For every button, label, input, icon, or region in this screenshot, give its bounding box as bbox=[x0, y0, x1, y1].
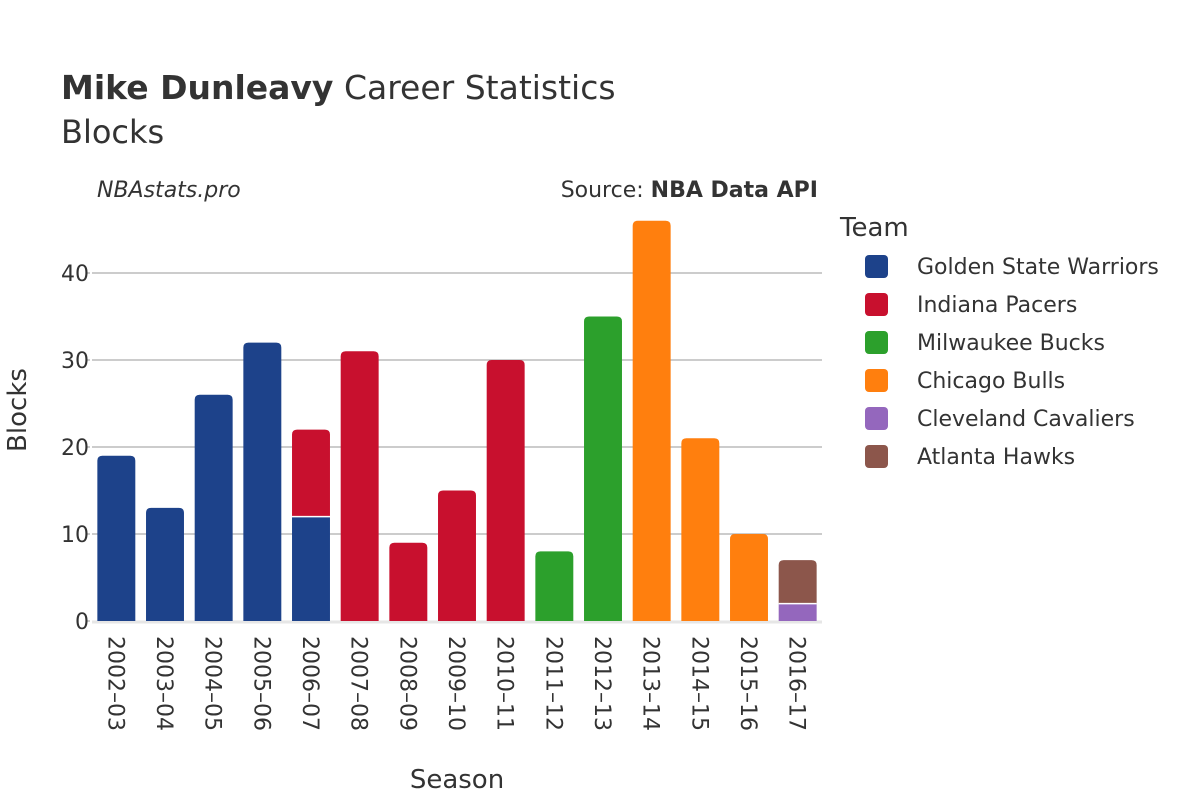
y-axis-ticks: 0 10 20 30 40 bbox=[61, 262, 90, 635]
bar-golden-state-warriors-2005–06[interactable] bbox=[243, 342, 282, 621]
legend-swatch[interactable] bbox=[865, 369, 888, 392]
y-axis-title: Blocks bbox=[3, 368, 33, 452]
x-tick-label: 2010–11 bbox=[492, 636, 517, 731]
bar-atlanta-hawks-2016–17[interactable] bbox=[778, 560, 817, 604]
bar-chicago-bulls-2013–14[interactable] bbox=[632, 220, 671, 622]
bar-golden-state-warriors-2004–05[interactable] bbox=[194, 394, 233, 621]
legend-label[interactable]: Chicago Bulls bbox=[917, 369, 1065, 394]
x-axis-title: Season bbox=[410, 765, 504, 795]
bar-milwaukee-bucks-2012–13[interactable] bbox=[584, 316, 622, 622]
x-tick-label: 2006–07 bbox=[297, 636, 322, 731]
y-tick-label: 10 bbox=[61, 523, 89, 548]
y-tick-label: 40 bbox=[61, 262, 89, 287]
x-tick-label: 2011–12 bbox=[540, 636, 565, 731]
x-tick-label: 2016–17 bbox=[784, 636, 809, 731]
x-tick-label: 2012–13 bbox=[589, 636, 614, 731]
x-tick-label: 2008–09 bbox=[394, 636, 419, 731]
legend-swatch[interactable] bbox=[865, 331, 888, 354]
x-tick-label: 2015–16 bbox=[735, 636, 760, 731]
x-tick-label: 2014–15 bbox=[686, 636, 711, 731]
bar-golden-state-warriors-2003–04[interactable] bbox=[146, 507, 184, 621]
bar-indiana-pacers-2009–10[interactable] bbox=[438, 490, 476, 622]
bar-indiana-pacers-2008–09[interactable] bbox=[389, 542, 428, 621]
legend-label[interactable]: Milwaukee Bucks bbox=[917, 331, 1105, 356]
legend-label[interactable]: Golden State Warriors bbox=[917, 255, 1159, 280]
legend: Team Golden State Warriors Indiana Pacers… bbox=[839, 213, 1159, 470]
bar-golden-state-warriors-2002–03[interactable] bbox=[97, 455, 136, 621]
bar-indiana-pacers-2007–08[interactable] bbox=[340, 351, 379, 621]
legend-label[interactable]: Cleveland Cavaliers bbox=[917, 407, 1135, 432]
legend-swatch[interactable] bbox=[865, 407, 888, 430]
bar-chicago-bulls-2014–15[interactable] bbox=[681, 438, 720, 621]
legend-swatch[interactable] bbox=[865, 255, 888, 278]
legend-swatch[interactable] bbox=[865, 445, 888, 468]
x-tick-label: 2004–05 bbox=[200, 636, 225, 731]
legend-label[interactable]: Atlanta Hawks bbox=[917, 445, 1075, 470]
legend-label[interactable]: Indiana Pacers bbox=[917, 293, 1077, 318]
x-axis-ticks: 2002–03 2003–04 2004–05 2005–06 2006–07 2007–… bbox=[102, 636, 808, 731]
bars bbox=[97, 220, 817, 622]
x-tick-label: 2005–06 bbox=[248, 636, 273, 731]
y-tick-label: 20 bbox=[61, 436, 89, 461]
x-tick-label: 2002–03 bbox=[102, 636, 127, 731]
legend-title: Team bbox=[839, 213, 909, 243]
bar-chicago-bulls-2015–16[interactable] bbox=[730, 534, 768, 621]
bar-indiana-pacers-2006–07[interactable] bbox=[292, 429, 330, 517]
x-tick-label: 2009–10 bbox=[443, 636, 468, 731]
y-tick-label: 0 bbox=[75, 610, 89, 635]
bar-golden-state-warriors-2006–07[interactable] bbox=[292, 516, 330, 621]
x-tick-label: 2003–04 bbox=[151, 636, 176, 731]
bar-milwaukee-bucks-2011–12[interactable] bbox=[535, 551, 574, 621]
x-tick-label: 2007–08 bbox=[346, 636, 371, 731]
x-tick-label: 2013–14 bbox=[638, 636, 663, 731]
y-tick-label: 30 bbox=[61, 349, 89, 374]
bar-indiana-pacers-2010–11[interactable] bbox=[486, 360, 525, 621]
bar-chart: 010203040 2002–03 2003–04 2004–05 2005–06 20… bbox=[3, 213, 1159, 795]
bar-cleveland-cavaliers-2016–17[interactable] bbox=[778, 603, 817, 621]
legend-swatch[interactable] bbox=[865, 293, 888, 316]
